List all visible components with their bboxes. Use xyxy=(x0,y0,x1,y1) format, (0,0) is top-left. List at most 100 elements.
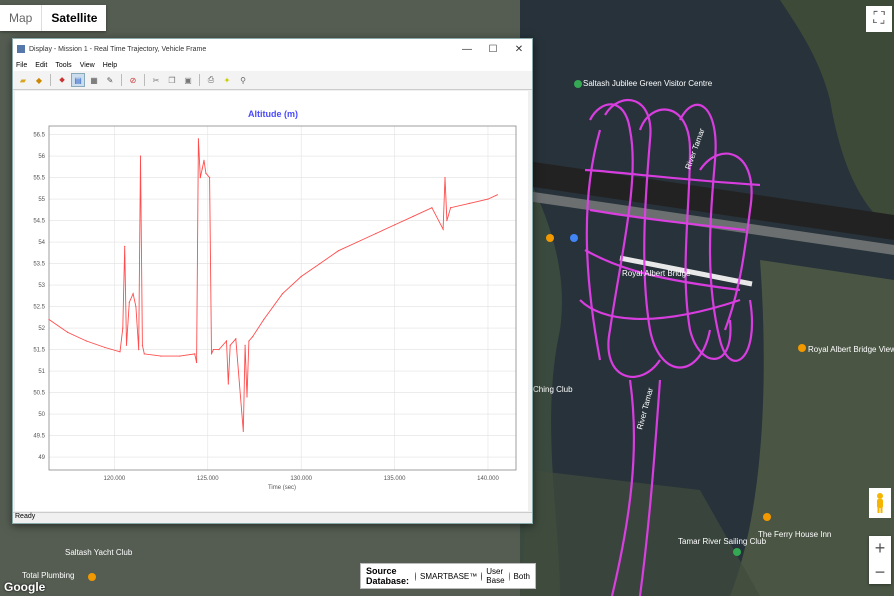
map-marker-icon[interactable] xyxy=(763,513,771,521)
data-point xyxy=(205,172,207,174)
data-point xyxy=(394,224,396,226)
app-icon xyxy=(17,45,25,53)
cut-icon[interactable]: ✂ xyxy=(149,73,163,87)
y-tick-label: 54.5 xyxy=(33,219,45,225)
y-tick-label: 50 xyxy=(38,412,45,418)
data-point xyxy=(196,361,198,364)
zoom-control: + − xyxy=(869,536,891,584)
pin-green-icon xyxy=(508,571,510,581)
data-point xyxy=(132,293,134,295)
map-label-total-plumbing: Total Plumbing xyxy=(22,571,74,580)
map-label-yacht-club: Saltash Yacht Club xyxy=(65,548,133,557)
data-point xyxy=(227,383,229,385)
minimize-icon[interactable]: — xyxy=(454,44,480,55)
data-point xyxy=(194,353,196,355)
x-tick-label: 130.000 xyxy=(290,476,312,482)
toolbar-separator xyxy=(50,74,51,86)
legend-item-smartbase: SMARTBASE™ xyxy=(420,571,478,581)
edit-pencil-icon[interactable]: ✎ xyxy=(103,73,117,87)
altitude-chart[interactable]: Altitude (m) 49 49.5 50 50.5 51 51.5 52 52.5 53 5… xyxy=(15,91,528,511)
menu-tools[interactable]: Tools xyxy=(55,62,71,69)
paste-icon[interactable]: ▣ xyxy=(181,73,195,87)
zoom-out-button[interactable]: − xyxy=(869,560,891,584)
y-tick-label: 51.5 xyxy=(33,348,45,354)
data-point xyxy=(125,344,128,346)
map-marker-icon[interactable] xyxy=(88,573,96,581)
y-tick-label: 49 xyxy=(38,455,45,461)
menu-edit[interactable]: Edit xyxy=(35,62,47,69)
toolbar-separator xyxy=(199,74,200,86)
data-point xyxy=(67,331,69,333)
fullscreen-icon[interactable]: ⛶ xyxy=(866,6,892,32)
status-bar: Ready xyxy=(13,512,532,523)
map-label-ferry-house-inn: The Ferry House Inn xyxy=(758,530,831,539)
copy-icon[interactable]: ❐ xyxy=(165,73,179,87)
data-point xyxy=(242,430,244,432)
data-point xyxy=(442,228,444,230)
data-point xyxy=(141,344,143,346)
vehicle-icon[interactable]: ◆ xyxy=(32,73,46,87)
pin-tool-icon[interactable]: ⬥ xyxy=(55,73,69,87)
y-tick-label: 52.5 xyxy=(33,305,45,311)
search-zoom-icon[interactable]: ⚲ xyxy=(236,73,250,87)
legend-title: Source Database: xyxy=(366,566,410,586)
map-label-visitor-centre: Saltash Jubilee Green Visitor Centre xyxy=(583,79,713,88)
menu-view[interactable]: View xyxy=(80,62,95,69)
data-point xyxy=(450,207,452,209)
print-icon[interactable]: ⎙ xyxy=(204,73,218,87)
data-point xyxy=(319,263,321,265)
y-tick-label: 55.5 xyxy=(33,176,45,182)
x-tick-label: 120.000 xyxy=(104,476,126,482)
menu-file[interactable]: File xyxy=(16,62,27,69)
window-titlebar[interactable]: Display - Mission 1 - Real Time Trajecto… xyxy=(13,39,532,59)
y-tick-label: 50.5 xyxy=(33,391,45,397)
x-tick-label: 135.000 xyxy=(384,476,406,482)
y-tick-label: 49.5 xyxy=(33,434,45,440)
data-point xyxy=(160,355,162,357)
data-point xyxy=(179,355,181,357)
data-point xyxy=(300,275,302,278)
map-label-bridge-view: Royal Albert Bridge View xyxy=(808,345,894,354)
menu-help[interactable]: Help xyxy=(103,62,117,69)
data-point xyxy=(210,353,213,355)
data-point xyxy=(197,138,199,140)
data-point xyxy=(337,250,340,252)
map-marker-icon[interactable] xyxy=(546,234,554,242)
data-point xyxy=(412,215,414,217)
lightbulb-icon[interactable]: ✦ xyxy=(220,73,234,87)
satellite-view-button[interactable]: Satellite xyxy=(41,5,106,31)
y-tick-label: 55 xyxy=(38,197,45,203)
google-logo: Google xyxy=(4,580,46,594)
maximize-icon[interactable]: ☐ xyxy=(480,44,506,55)
street-view-pegman-icon[interactable] xyxy=(869,488,891,518)
zoom-in-button[interactable]: + xyxy=(869,536,891,560)
toolbar: ▰ ◆ ⬥ ▤ ▦ ✎ ⊘ ✂ ❐ ▣ ⎙ ✦ ⚲ xyxy=(13,71,532,90)
y-tick-label: 56 xyxy=(38,154,45,160)
table-tool-icon[interactable]: ▦ xyxy=(87,73,101,87)
map-marker-icon[interactable] xyxy=(798,344,806,352)
map-label-royal-albert-bridge: Royal Albert Bridge xyxy=(622,269,691,278)
map-view-button[interactable]: Map xyxy=(0,5,41,31)
map-marker-icon[interactable] xyxy=(733,548,741,556)
close-icon[interactable]: ✕ xyxy=(506,44,532,55)
y-tick-label: 56.5 xyxy=(33,133,45,139)
window-title: Display - Mission 1 - Real Time Trajecto… xyxy=(29,45,207,53)
map-marker-icon[interactable] xyxy=(570,234,578,242)
data-point xyxy=(203,159,205,161)
chart-title: Altitude (m) xyxy=(248,109,298,119)
x-tick-label: 125.000 xyxy=(197,476,219,482)
map-label-ching-club: Ching Club xyxy=(533,385,573,394)
altitude-display-window: Display - Mission 1 - Real Time Trajecto… xyxy=(12,38,533,524)
stop-icon[interactable]: ⊘ xyxy=(126,73,140,87)
data-point xyxy=(104,346,106,349)
chart-tool-icon[interactable]: ▤ xyxy=(71,73,85,87)
data-point xyxy=(468,202,470,204)
data-point xyxy=(201,168,203,170)
data-point xyxy=(135,306,137,308)
data-point xyxy=(139,155,142,157)
data-point xyxy=(431,207,433,209)
map-marker-icon[interactable] xyxy=(574,80,582,88)
data-point xyxy=(128,301,130,303)
data-point xyxy=(487,198,489,200)
open-folder-icon[interactable]: ▰ xyxy=(16,73,30,87)
